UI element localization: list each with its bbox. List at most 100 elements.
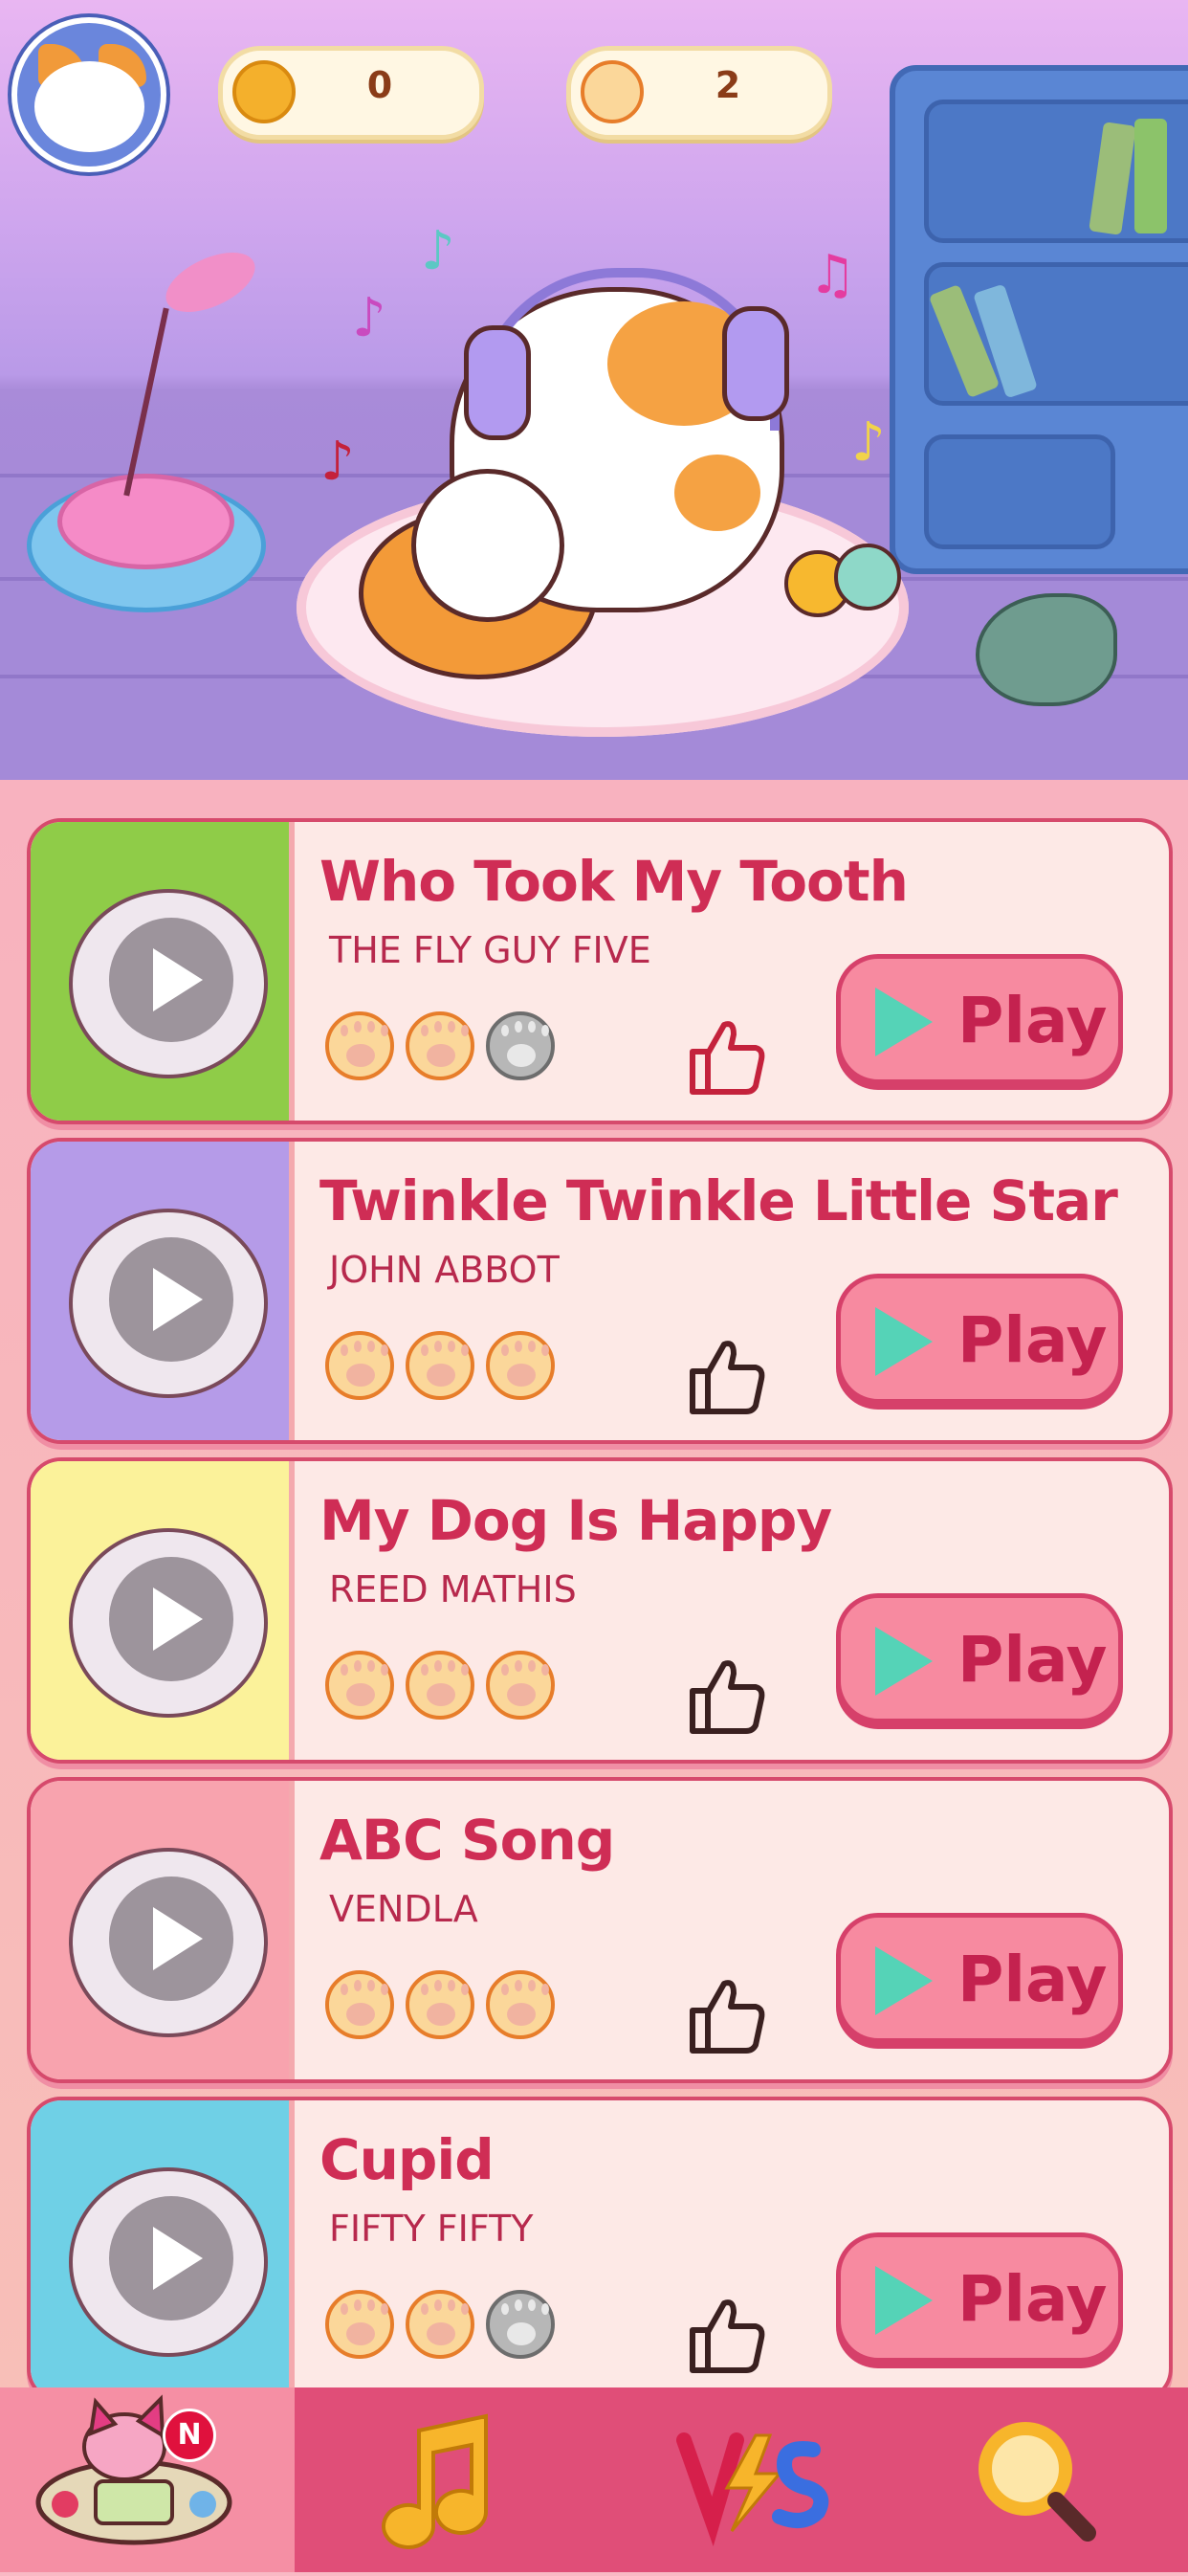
paw-filled-icon (406, 1331, 474, 1400)
play-button-label: Play (957, 984, 1108, 1057)
song-title: Cupid (319, 2127, 495, 2192)
bookshelf (890, 65, 1188, 574)
play-button[interactable]: Play (836, 1913, 1123, 2043)
cat-patch (674, 455, 760, 531)
song-title: ABC Song (319, 1808, 615, 1873)
paw-filled-icon (406, 1651, 474, 1720)
preview-play-icon[interactable] (109, 1237, 233, 1362)
book (1134, 119, 1167, 233)
nav-search[interactable] (891, 2387, 1188, 2572)
search-icon (979, 2422, 1096, 2542)
music-note-icon: ♪ (851, 411, 886, 474)
play-icon (875, 1946, 933, 2015)
paw-filled-icon (406, 2290, 474, 2359)
paw-filled-icon (406, 1011, 474, 1080)
song-title: My Dog Is Happy (319, 1488, 832, 1553)
song-card[interactable]: ABC Song VENDLA Play (27, 1777, 1173, 2083)
bottom-nav: N (0, 2387, 1188, 2572)
thumbs-up-icon[interactable] (681, 1972, 767, 2058)
play-button-label: Play (957, 1303, 1108, 1377)
song-card[interactable]: Cupid FIFTY FIFTY Play (27, 2097, 1173, 2403)
music-note-icon: ♪ (352, 287, 386, 349)
song-thumbnail[interactable] (31, 1781, 295, 2079)
feather-wand (123, 307, 169, 497)
earcup (722, 306, 789, 421)
nav-home-games[interactable]: N (0, 2387, 295, 2572)
play-icon (875, 1627, 933, 1696)
paw-rating (325, 1970, 566, 2043)
coin-icon (232, 60, 296, 123)
play-button[interactable]: Play (836, 2232, 1123, 2363)
song-thumbnail[interactable] (31, 2100, 295, 2399)
song-thumbnail[interactable] (31, 1461, 295, 1760)
song-list: Who Took My Tooth THE FLY GUY FIVE Play Twi… (0, 780, 1188, 2403)
music-note-icon: ♫ (808, 244, 857, 306)
play-button-label: Play (957, 1943, 1108, 2016)
feather-icon (157, 240, 264, 324)
versus-icon (676, 2432, 829, 2546)
thumbs-up-icon[interactable] (681, 1653, 767, 1739)
thumbs-up-icon[interactable] (681, 1333, 767, 1419)
preview-play-icon[interactable] (109, 1876, 233, 2001)
paw-icon (581, 60, 644, 123)
shelf-drawer (924, 434, 1115, 549)
paw-filled-icon (325, 2290, 394, 2359)
paw-counter[interactable]: 2 (566, 46, 832, 140)
paw-rating (325, 2290, 566, 2363)
song-thumbnail[interactable] (31, 822, 295, 1121)
nav-music[interactable] (295, 2387, 591, 2572)
yarn-ball-icon (834, 544, 901, 611)
thumbs-up-icon[interactable] (681, 1013, 767, 1099)
preview-play-icon[interactable] (109, 918, 233, 1042)
song-artist: THE FLY GUY FIVE (329, 929, 651, 971)
play-button[interactable]: Play (836, 954, 1123, 1084)
thumbs-up-icon[interactable] (681, 2292, 767, 2378)
play-button-label: Play (957, 2262, 1108, 2336)
paw-filled-icon (486, 1651, 555, 1720)
paw-filled-icon (325, 1011, 394, 1080)
music-note-icon: ♪ (421, 220, 455, 282)
paw-rating (325, 1011, 566, 1084)
song-thumbnail[interactable] (31, 1142, 295, 1440)
scratching-post-top (57, 474, 234, 569)
new-badge: N (163, 2409, 216, 2462)
play-icon (875, 1307, 933, 1376)
song-artist: REED MATHIS (329, 1568, 577, 1610)
music-note-icon: ♪ (320, 431, 355, 493)
play-icon (875, 988, 933, 1056)
coin-counter[interactable]: 0 (218, 46, 484, 140)
play-button-label: Play (957, 1623, 1108, 1697)
hamster-character (411, 469, 564, 622)
song-card[interactable]: Twinkle Twinkle Little Star JOHN ABBOT Pla… (27, 1138, 1173, 1444)
avatar-face (34, 61, 144, 152)
music-note-icon (382, 2413, 488, 2549)
paw-filled-icon (486, 1331, 555, 1400)
coin-count: 0 (366, 64, 393, 106)
song-title: Who Took My Tooth (319, 849, 909, 914)
song-artist: JOHN ABBOT (329, 1249, 560, 1291)
play-button[interactable]: Play (836, 1593, 1123, 1723)
preview-play-icon[interactable] (109, 1557, 233, 1681)
paw-filled-icon (325, 1970, 394, 2039)
preview-play-icon[interactable] (109, 2196, 233, 2321)
play-button[interactable]: Play (836, 1274, 1123, 1404)
nav-versus[interactable] (593, 2387, 890, 2572)
paw-empty-icon (486, 1011, 555, 1080)
paw-rating (325, 1651, 566, 1723)
game-controller-icon (35, 2394, 232, 2545)
earcup (464, 325, 531, 440)
paw-filled-icon (325, 1331, 394, 1400)
song-card[interactable]: My Dog Is Happy REED MATHIS Play (27, 1457, 1173, 1764)
song-artist: VENDLA (329, 1888, 478, 1930)
play-icon (875, 2266, 933, 2335)
paw-filled-icon (406, 1970, 474, 2039)
paw-count: 2 (715, 64, 741, 106)
profile-avatar[interactable] (11, 17, 166, 172)
song-card[interactable]: Who Took My Tooth THE FLY GUY FIVE Play (27, 818, 1173, 1124)
song-artist: FIFTY FIFTY (329, 2208, 534, 2250)
paw-empty-icon (486, 2290, 555, 2359)
paw-rating (325, 1331, 566, 1404)
song-title: Twinkle Twinkle Little Star (319, 1168, 1118, 1233)
paw-filled-icon (325, 1651, 394, 1720)
paw-filled-icon (486, 1970, 555, 2039)
